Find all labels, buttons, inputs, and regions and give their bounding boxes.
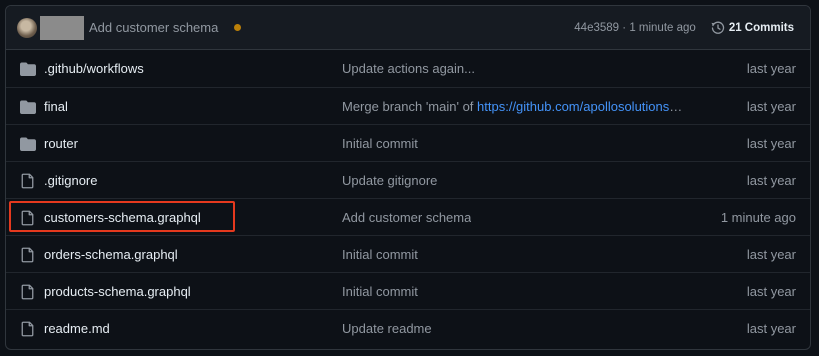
folder-icon bbox=[20, 136, 36, 152]
commit-meta-separator: · bbox=[622, 21, 627, 34]
file-row-readme-md[interactable]: readme.md Update readme last year bbox=[6, 309, 810, 346]
file-icon-glyph bbox=[21, 284, 34, 300]
commit-message-ellipsis[interactable]: … bbox=[669, 99, 682, 114]
folder-icon-glyph bbox=[20, 137, 36, 151]
commit-time: 1 minute ago bbox=[629, 21, 696, 34]
file-row-github-workflows[interactable]: .github/workflows Update actions again...… bbox=[6, 50, 810, 87]
file-commit-message-text[interactable]: Initial commit bbox=[342, 136, 418, 151]
file-name-link[interactable]: .gitignore bbox=[44, 173, 97, 188]
file-commit-message[interactable]: Add customer schema bbox=[342, 210, 471, 225]
file-commit-message-text[interactable]: Initial commit bbox=[342, 284, 418, 299]
latest-commit-bar: Add customer schema 44e3589 · 1 minute a… bbox=[6, 6, 810, 50]
file-commit-time: 1 minute ago bbox=[720, 209, 796, 225]
file-icon bbox=[20, 321, 36, 337]
file-icon bbox=[20, 247, 36, 263]
file-commit-message-text[interactable]: Update actions again... bbox=[342, 61, 475, 76]
file-commit-message[interactable]: Initial commit bbox=[342, 247, 418, 262]
commit-hash[interactable]: 44e3589 bbox=[574, 22, 619, 34]
author-name-redacted bbox=[40, 15, 84, 40]
file-row-orders-schema-graphql[interactable]: orders-schema.graphql Initial commit last … bbox=[6, 235, 810, 272]
commit-status-dot[interactable] bbox=[234, 24, 242, 31]
file-commit-time: last year bbox=[746, 135, 796, 151]
file-commit-message-text[interactable]: Initial commit bbox=[342, 247, 418, 262]
folder-icon bbox=[20, 99, 36, 115]
file-name-link[interactable]: .github/workflows bbox=[44, 61, 144, 76]
file-commit-time: last year bbox=[746, 320, 796, 336]
file-commit-time: last year bbox=[746, 283, 796, 299]
file-row-gitignore[interactable]: .gitignore Update gitignore last year bbox=[6, 161, 810, 198]
file-commit-message-text[interactable]: Update readme bbox=[342, 321, 432, 336]
file-icon bbox=[20, 210, 36, 226]
file-commit-message-text[interactable]: Add customer schema bbox=[342, 210, 471, 225]
file-commit-time: last year bbox=[746, 172, 796, 188]
latest-commit-message[interactable]: Add customer schema bbox=[89, 20, 218, 35]
file-list: .github/workflows Update actions again...… bbox=[6, 50, 810, 346]
file-row-router[interactable]: router Initial commit last year bbox=[6, 124, 810, 161]
file-name-link[interactable]: readme.md bbox=[44, 321, 110, 336]
file-icon-glyph bbox=[21, 210, 34, 226]
file-commit-message[interactable]: Update gitignore bbox=[342, 173, 437, 188]
folder-icon bbox=[20, 61, 36, 77]
file-icon bbox=[20, 284, 36, 300]
commit-message-link[interactable]: https://github.com/apollosolutions bbox=[477, 99, 669, 114]
repo-file-browser: Add customer schema 44e3589 · 1 minute a… bbox=[5, 5, 811, 350]
file-commit-time: last year bbox=[746, 61, 796, 76]
file-commit-message[interactable]: Update actions again... bbox=[342, 61, 475, 76]
file-icon-glyph bbox=[21, 321, 34, 337]
history-icon bbox=[711, 21, 724, 34]
file-icon-glyph bbox=[21, 173, 34, 189]
file-icon-glyph bbox=[21, 247, 34, 263]
commit-meta: 44e3589 · 1 minute ago bbox=[574, 22, 696, 34]
file-commit-message[interactable]: Initial commit bbox=[342, 284, 418, 299]
file-name-link[interactable]: customers-schema.graphql bbox=[44, 210, 201, 225]
file-commit-message[interactable]: Merge branch 'main' of https://github.co… bbox=[342, 99, 682, 114]
file-commit-time: last year bbox=[746, 98, 796, 114]
author-avatar[interactable] bbox=[17, 17, 37, 38]
file-name-link[interactable]: products-schema.graphql bbox=[44, 284, 191, 299]
file-commit-message[interactable]: Update readme bbox=[342, 321, 432, 336]
folder-icon-glyph bbox=[20, 100, 36, 114]
file-row-customers-schema-graphql[interactable]: customers-schema.graphql Add customer sch… bbox=[6, 198, 810, 235]
file-commit-message-text[interactable]: Merge branch 'main' of bbox=[342, 99, 477, 114]
file-commit-message-text[interactable]: Update gitignore bbox=[342, 173, 437, 188]
commits-history-link[interactable]: 21 Commits bbox=[711, 21, 794, 35]
file-commit-message[interactable]: Initial commit bbox=[342, 136, 418, 151]
file-row-products-schema-graphql[interactable]: products-schema.graphql Initial commit las… bbox=[6, 272, 810, 309]
file-icon bbox=[20, 173, 36, 189]
folder-icon-glyph bbox=[20, 62, 36, 76]
file-name-link[interactable]: router bbox=[44, 136, 78, 151]
file-name-link[interactable]: orders-schema.graphql bbox=[44, 247, 178, 262]
file-name-link[interactable]: final bbox=[44, 99, 68, 114]
file-row-final[interactable]: final Merge branch 'main' of https://gith… bbox=[6, 87, 810, 124]
file-commit-time: last year bbox=[746, 246, 796, 262]
commits-count-label: 21 Commits bbox=[728, 21, 794, 34]
